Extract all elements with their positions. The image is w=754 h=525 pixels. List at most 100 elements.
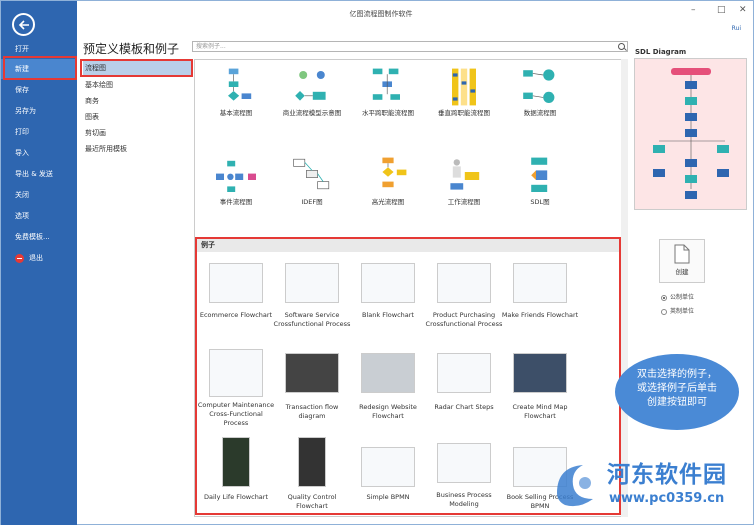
close-icon[interactable]: ✕	[739, 5, 747, 15]
template-workflow[interactable]: 工作流程图	[424, 156, 504, 207]
search-icon[interactable]	[618, 43, 625, 50]
page-title: 预定义模板和例子	[83, 42, 180, 56]
sidebar-item-import[interactable]: 导入	[1, 143, 77, 163]
user-name[interactable]: Rui	[732, 25, 741, 32]
example-product-purchasing[interactable]: Product Purchasing Crossfunctional Proce…	[424, 263, 504, 329]
category-charts[interactable]: 图表	[83, 110, 191, 124]
app-window: 打开 新建 保存 另存为 打印 导入 导出 & 发送 关闭 选项 免费模板...…	[0, 0, 754, 525]
example-thumbnail	[209, 263, 263, 303]
create-button[interactable]: 创建	[659, 239, 705, 283]
basic-flowchart-thumbnail	[228, 68, 252, 101]
example-label: Make Friends Flowchart	[501, 311, 579, 319]
example-blank-flowchart[interactable]: Blank Flowchart	[348, 263, 428, 320]
exit-label: 退出	[29, 254, 43, 262]
example-create-mind-map[interactable]: Create Mind Map Flowchart	[500, 353, 580, 421]
example-thumbnail	[298, 437, 326, 487]
template-idef[interactable]: IDEF图	[272, 156, 352, 207]
example-computer-maintenance[interactable]: Computer Maintenance Cross-Functional Pr…	[196, 349, 276, 428]
workflow-thumbnail	[450, 159, 480, 190]
template-data-flow[interactable]: 数据流程图	[500, 67, 580, 118]
maximize-icon[interactable]: □	[717, 5, 726, 15]
example-label: Create Mind Map Flowchart	[512, 403, 568, 420]
example-simple-bpmn[interactable]: Simple BPMN	[348, 447, 428, 502]
category-recent[interactable]: 最近所用模板	[83, 142, 191, 156]
template-label: 高光流程图	[371, 198, 405, 206]
example-thumbnail	[361, 353, 415, 393]
minimize-icon[interactable]: –	[691, 5, 696, 15]
example-business-process-modeling[interactable]: Business Process Modeling	[424, 443, 504, 509]
example-redesign-website[interactable]: Redesign Website Flowchart	[348, 353, 428, 421]
watermark-url: www.pc0359.cn	[609, 491, 725, 506]
example-label: Product Purchasing Crossfunctional Proce…	[425, 311, 503, 328]
watermark-logo-icon	[557, 465, 593, 507]
search-input[interactable]: 搜索例子...	[192, 41, 628, 52]
template-label: IDEF图	[301, 198, 323, 206]
example-thumbnail	[285, 263, 339, 303]
example-thumbnail	[285, 353, 339, 393]
idef-thumbnail	[293, 158, 330, 190]
example-label: Transaction flow diagram	[285, 403, 339, 420]
sidebar-item-free-templates[interactable]: 免费模板...	[1, 227, 77, 247]
back-button[interactable]	[12, 13, 35, 36]
horizontal-crossfunctional-thumbnail	[372, 68, 400, 100]
business-process-thumbnail	[295, 71, 326, 101]
event-flowchart-thumbnail	[216, 160, 256, 192]
metric-unit-option[interactable]: 公制单位	[661, 292, 694, 301]
example-ecommerce[interactable]: Ecommerce Flowchart	[196, 263, 276, 320]
template-vertical-crossfunctional[interactable]: 垂直跨职能流程图	[424, 67, 504, 118]
scrollbar[interactable]	[621, 59, 628, 517]
template-event-flowchart[interactable]: 事件流程图	[196, 156, 276, 207]
imperial-unit-option[interactable]: 英制单位	[661, 306, 694, 315]
highlight-flowchart-thumbnail	[382, 157, 407, 188]
example-quality-control[interactable]: Quality Control Flowchart	[272, 437, 352, 511]
data-flow-thumbnail	[523, 69, 555, 103]
preview-title: SDL Diagram	[635, 48, 687, 56]
example-label: Quality Control Flowchart	[287, 493, 337, 510]
radio-icon[interactable]	[661, 294, 667, 301]
sdl-preview-image	[653, 68, 729, 199]
sidebar-item-print[interactable]: 打印	[1, 122, 77, 142]
radio-icon[interactable]	[661, 308, 667, 315]
example-radar-chart-steps[interactable]: Radar Chart Steps	[424, 353, 504, 412]
category-clipart[interactable]: 剪切画	[83, 126, 191, 140]
example-thumbnail	[361, 447, 415, 487]
sdl-thumbnail	[531, 157, 548, 192]
imperial-unit-label: 英制单位	[670, 308, 695, 315]
example-thumbnail	[437, 353, 491, 393]
example-label: Simple BPMN	[366, 493, 410, 501]
sidebar-item-save-as[interactable]: 另存为	[1, 101, 77, 121]
template-business-process-model[interactable]: 商业流程模型示意图	[272, 67, 352, 118]
example-label: Software Service Crossfunctional Process	[273, 311, 351, 328]
window-title: 亿图流程图制作软件	[349, 10, 413, 18]
template-horizontal-crossfunctional[interactable]: 水平跨职能流程图	[348, 67, 428, 118]
sidebar-item-exit[interactable]: 退出	[1, 248, 77, 268]
example-label: Radar Chart Steps	[434, 403, 494, 411]
sidebar-item-export[interactable]: 导出 & 发送	[1, 164, 77, 184]
example-thumbnail	[437, 443, 491, 483]
preview-pane	[634, 58, 747, 210]
template-basic-flowchart[interactable]: 基本流程图	[196, 67, 276, 118]
sidebar-item-close[interactable]: 关闭	[1, 185, 77, 205]
sidebar-item-save[interactable]: 保存	[1, 80, 77, 100]
watermark-name: 河东软件园	[607, 462, 727, 488]
example-software-service[interactable]: Software Service Crossfunctional Process	[272, 263, 352, 329]
template-highlight-flowchart[interactable]: 高光流程图	[348, 156, 428, 207]
category-basic-drawing[interactable]: 基本绘图	[83, 78, 191, 92]
new-highlight-box	[3, 56, 77, 80]
callout-line-2: 或选择例子后单击	[637, 383, 717, 394]
example-label: Business Process Modeling	[436, 491, 492, 508]
example-daily-life[interactable]: Daily Life Flowchart	[196, 437, 276, 502]
category-highlight-box	[80, 59, 193, 77]
example-make-friends[interactable]: Make Friends Flowchart	[500, 263, 580, 320]
template-sdl[interactable]: SDL图	[500, 156, 580, 207]
vertical-crossfunctional-thumbnail	[452, 68, 476, 106]
template-label: 垂直跨职能流程图	[438, 109, 490, 117]
watermark: 河东软件园 www.pc0359.cn	[549, 455, 754, 515]
example-transaction-flow[interactable]: Transaction flow diagram	[272, 353, 352, 421]
search-placeholder: 搜索例子...	[196, 43, 226, 50]
arrow-left-icon	[18, 19, 29, 30]
sidebar-item-options[interactable]: 选项	[1, 206, 77, 226]
template-label: 商业流程模型示意图	[282, 109, 342, 117]
category-business[interactable]: 商务	[83, 94, 191, 108]
create-label: 创建	[675, 268, 689, 276]
